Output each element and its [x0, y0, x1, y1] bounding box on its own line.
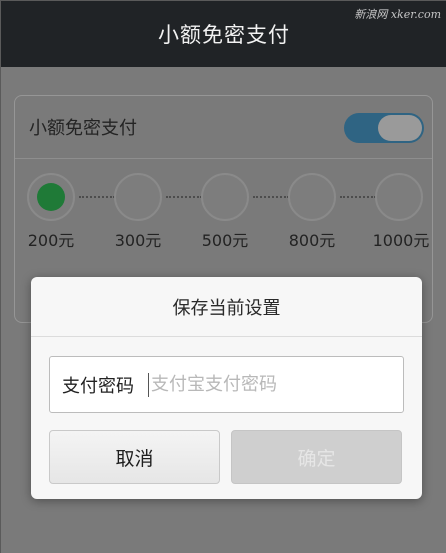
- amount-label: 200元: [27, 231, 75, 250]
- toggle-row: 小额免密支付: [15, 96, 432, 159]
- save-settings-dialog: 保存当前设置 支付密码 取消 确定: [31, 277, 422, 499]
- watermark: 新浪网 xker.com: [354, 8, 441, 21]
- text-caret: [148, 372, 149, 397]
- password-label: 支付密码: [62, 375, 134, 397]
- amount-selector: 200元 300元 500元 800元 1000元: [15, 159, 432, 259]
- dialog-title: 保存当前设置: [31, 277, 422, 337]
- connector-line: [79, 196, 115, 198]
- amount-label: 500元: [201, 231, 249, 250]
- amount-dot-800[interactable]: [288, 173, 336, 221]
- amount-dot-1000[interactable]: [375, 173, 423, 221]
- toggle-knob: [378, 115, 422, 141]
- cancel-button[interactable]: 取消: [49, 430, 220, 484]
- toggle-label: 小额免密支付: [29, 118, 137, 139]
- confirm-button[interactable]: 确定: [231, 430, 402, 484]
- connector-line: [166, 196, 202, 198]
- amount-dot-500[interactable]: [201, 173, 249, 221]
- phone-screen: 小额免密支付 新浪网 xker.com 小额免密支付 200元 300元 500…: [0, 0, 446, 553]
- amount-label: 1000元: [372, 231, 430, 250]
- amount-label: 300元: [114, 231, 162, 250]
- connector-line: [340, 196, 376, 198]
- payment-password-input[interactable]: [151, 374, 361, 395]
- title-bar: 小额免密支付 新浪网 xker.com: [1, 1, 446, 67]
- amount-dot-300[interactable]: [114, 173, 162, 221]
- password-field-box[interactable]: 支付密码: [49, 356, 404, 413]
- amount-label: 800元: [288, 231, 336, 250]
- page-title: 小额免密支付: [158, 23, 290, 47]
- connector-line: [253, 196, 289, 198]
- amount-dot-200[interactable]: [27, 173, 75, 221]
- small-payment-toggle[interactable]: [344, 113, 424, 143]
